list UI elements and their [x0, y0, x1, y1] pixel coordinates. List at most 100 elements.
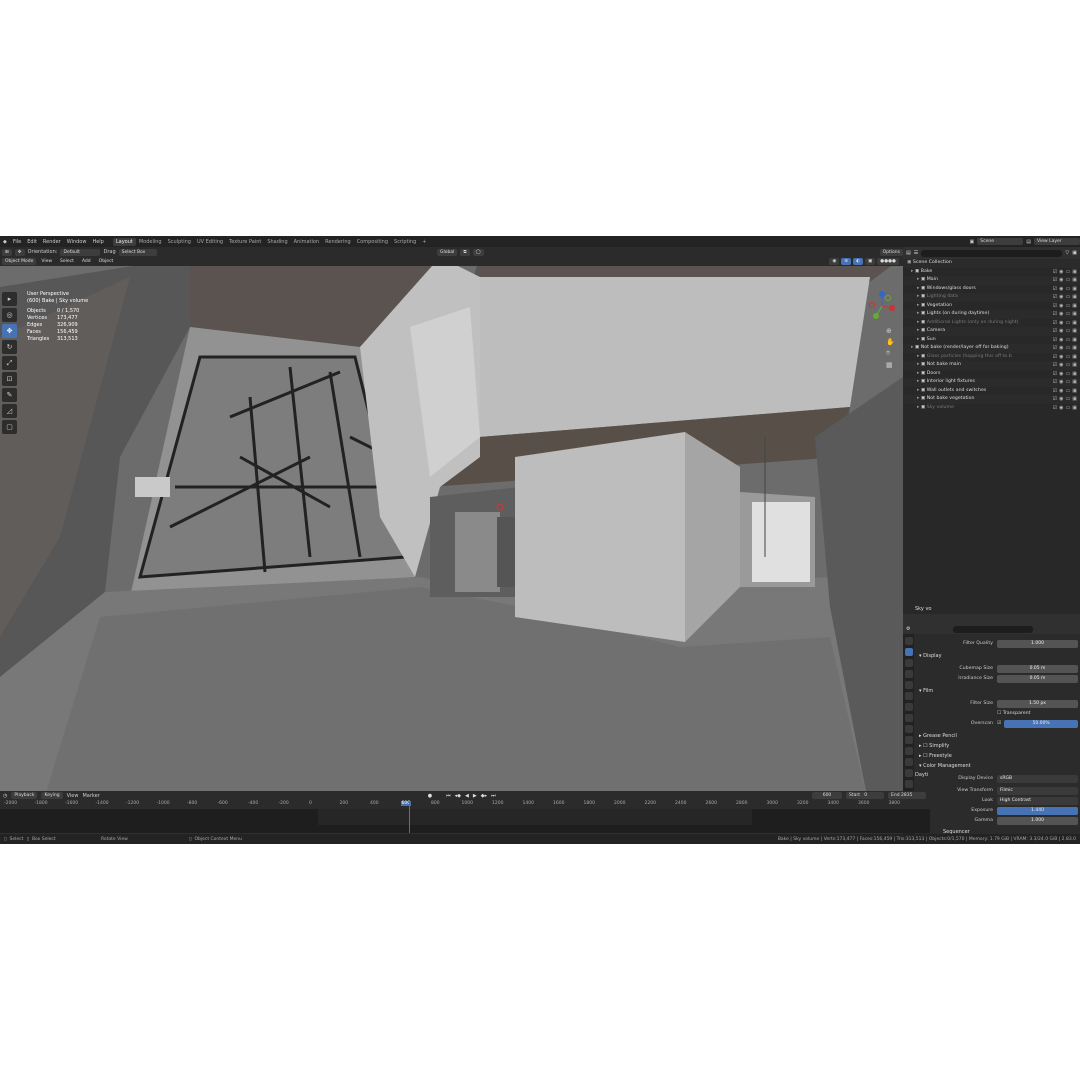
tab-modeling[interactable]: Modeling: [136, 238, 165, 246]
outliner-search-input[interactable]: [921, 249, 1063, 257]
exclude-checkbox-icon[interactable]: ☑: [1053, 327, 1057, 336]
world-tab-icon[interactable]: [904, 692, 913, 700]
timeline[interactable]: ◷ Playback Keying View Marker ● ⏮ ◂◆ ◀ ▶…: [0, 791, 930, 833]
current-frame-field[interactable]: 600: [812, 792, 842, 799]
menu-help[interactable]: Help: [89, 239, 106, 245]
eye-icon[interactable]: ◉: [1059, 361, 1063, 370]
eye-icon[interactable]: ◉: [1059, 336, 1063, 345]
exclude-checkbox-icon[interactable]: ☑: [1053, 276, 1057, 285]
monitor-icon[interactable]: ▭: [1066, 319, 1071, 328]
view-layer-tab-icon[interactable]: [904, 670, 913, 678]
exclude-checkbox-icon[interactable]: ☑: [1053, 319, 1057, 328]
visibility-icon[interactable]: ◉: [829, 258, 840, 265]
monitor-icon[interactable]: ▭: [1066, 395, 1071, 404]
particles-tab-icon[interactable]: [904, 725, 913, 733]
eye-icon[interactable]: ◉: [1059, 319, 1063, 328]
menu-view[interactable]: View: [38, 258, 55, 265]
tab-shading[interactable]: Shading: [264, 238, 290, 246]
eye-icon[interactable]: ◉: [1059, 378, 1063, 387]
monitor-icon[interactable]: ▭: [1066, 378, 1071, 387]
simplify-panel-header[interactable]: ▸ ☐ Simplify: [919, 743, 949, 749]
monitor-icon[interactable]: ▭: [1066, 276, 1071, 285]
texture-tab-icon[interactable]: [904, 780, 913, 788]
monitor-icon[interactable]: ▭: [1066, 268, 1071, 277]
exclude-checkbox-icon[interactable]: ☑: [1053, 302, 1057, 311]
tab-uv-editing[interactable]: UV Editing: [194, 238, 226, 246]
camera-icon[interactable]: ▣: [1072, 327, 1077, 336]
exclude-checkbox-icon[interactable]: ☑: [1053, 310, 1057, 319]
gizmo-toggle-icon[interactable]: ⊕: [841, 258, 852, 265]
outliner-item[interactable]: ▸ ▣ Bake ☑ ◉ ▭ ▣: [903, 268, 1080, 277]
tab-animation[interactable]: Animation: [291, 238, 323, 246]
outliner-item[interactable]: ▸ ▣ Not bake main ☑ ◉ ▭ ▣: [903, 361, 1080, 370]
material-tab-icon[interactable]: [904, 769, 913, 777]
scale-tool-icon[interactable]: ⤢: [2, 356, 17, 370]
gamma-field[interactable]: 1.000: [997, 816, 1078, 825]
outliner-item[interactable]: ▸ ▣ Doors ☑ ◉ ▭ ▣: [903, 370, 1080, 379]
properties-editor-icon[interactable]: ⚙: [906, 626, 910, 632]
timeline-view-menu[interactable]: View: [67, 793, 79, 799]
eye-icon[interactable]: ◉: [1059, 395, 1063, 404]
outliner-item[interactable]: ▸ ▣ Main ☑ ◉ ▭ ▣: [903, 276, 1080, 285]
3d-viewport[interactable]: ▸ ◎ ✥ ↻ ⤢ ⊡ ✎ ◿ ▢ User Perspective (600)…: [0, 257, 903, 812]
eye-icon[interactable]: ◉: [1059, 344, 1063, 353]
render-tab-icon[interactable]: [904, 648, 913, 656]
eye-icon[interactable]: ◉: [1059, 285, 1063, 294]
irradiance-size-field[interactable]: 0.05 m: [997, 674, 1078, 683]
menu-select[interactable]: Select: [57, 258, 77, 265]
exclude-checkbox-icon[interactable]: ☑: [1053, 336, 1057, 345]
exclude-checkbox-icon[interactable]: ☑: [1053, 370, 1057, 379]
monitor-icon[interactable]: ▭: [1066, 344, 1071, 353]
menu-edit[interactable]: Edit: [24, 239, 40, 245]
snap-icon[interactable]: ⧉: [460, 248, 470, 256]
filter-size-field[interactable]: 1.50 px: [997, 699, 1078, 708]
filter-quality-field[interactable]: 1.000: [997, 639, 1078, 648]
grease-pencil-panel-header[interactable]: ▸ Grease Pencil: [919, 733, 957, 739]
tab-texture-paint[interactable]: Texture Paint: [226, 238, 264, 246]
xray-icon[interactable]: ▣: [865, 258, 876, 265]
exclude-checkbox-icon[interactable]: ☑: [1053, 387, 1057, 396]
outliner-item[interactable]: ▸ ▣ Not bake (render/layer off for bakin…: [903, 344, 1080, 353]
camera-icon[interactable]: ▣: [1072, 387, 1077, 396]
film-panel-header[interactable]: ▾ Film: [919, 688, 933, 694]
cursor-tool-icon[interactable]: ◎: [2, 308, 17, 322]
add-workspace-icon[interactable]: +: [419, 238, 429, 246]
monitor-icon[interactable]: ▭: [1066, 310, 1071, 319]
outliner-item[interactable]: ▸ ▣ Sun ☑ ◉ ▭ ▣: [903, 336, 1080, 345]
view-transform-dropdown[interactable]: Filmic: [997, 786, 1078, 795]
rotate-tool-icon[interactable]: ↻: [2, 340, 17, 354]
orientation-dropdown[interactable]: Default: [60, 248, 101, 256]
outliner-item[interactable]: ▸ ▣ Not bake vegetation ☑ ◉ ▭ ▣: [903, 395, 1080, 404]
monitor-icon[interactable]: ▭: [1066, 327, 1071, 336]
outliner-item[interactable]: ▸ ▣ Camera ☑ ◉ ▭ ▣: [903, 327, 1080, 336]
outliner-item[interactable]: ▸ ▣ Glass particles (hopping this off to…: [903, 353, 1080, 362]
filter-icon[interactable]: ▽: [1065, 250, 1069, 256]
exclude-checkbox-icon[interactable]: ☑: [1053, 268, 1057, 277]
new-collection-icon[interactable]: ▣: [1072, 250, 1080, 256]
tab-sculpting[interactable]: Sculpting: [165, 238, 194, 246]
scene-tab-icon[interactable]: [904, 681, 913, 689]
monitor-icon[interactable]: ▭: [1066, 293, 1071, 302]
camera-icon[interactable]: ▣: [1072, 319, 1077, 328]
prev-key-icon[interactable]: ◂◆: [455, 793, 461, 799]
data-tab-icon[interactable]: [904, 758, 913, 766]
blender-logo-icon[interactable]: ◆: [0, 239, 10, 245]
transform-pivot-icon[interactable]: ✥: [14, 248, 25, 256]
display-device-dropdown[interactable]: sRGB: [997, 774, 1078, 783]
move-tool-icon[interactable]: ✥: [2, 324, 17, 338]
jump-end-icon[interactable]: ⏭: [491, 793, 496, 799]
camera-icon[interactable]: ▣: [1072, 285, 1077, 294]
outliner-item[interactable]: ▸ ▣ Lighting data ☑ ◉ ▭ ▣: [903, 293, 1080, 302]
camera-icon[interactable]: ▣: [1072, 336, 1077, 345]
eye-icon[interactable]: ◉: [1059, 353, 1063, 362]
camera-icon[interactable]: ▣: [1072, 361, 1077, 370]
constraints-tab-icon[interactable]: [904, 747, 913, 755]
menu-render[interactable]: Render: [40, 239, 64, 245]
overlay-toggle-icon[interactable]: ◐: [853, 258, 864, 265]
play-icon[interactable]: ▶: [473, 793, 477, 799]
menu-object[interactable]: Object: [96, 258, 117, 265]
next-key-icon[interactable]: ◆▸: [481, 793, 487, 799]
menu-file[interactable]: File: [10, 239, 24, 245]
monitor-icon[interactable]: ▭: [1066, 336, 1071, 345]
outliner-item[interactable]: ▸ ▣ Vegetation ☑ ◉ ▭ ▣: [903, 302, 1080, 311]
